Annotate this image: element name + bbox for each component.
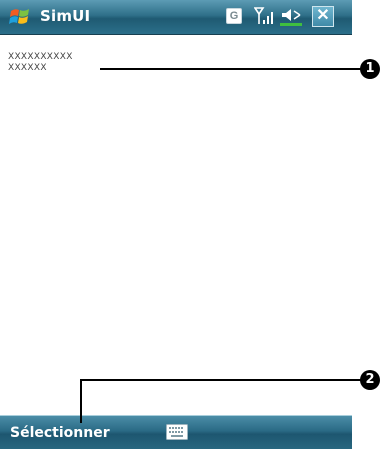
select-softkey[interactable]: Sélectionner xyxy=(10,425,110,441)
title-bar: SimUI G ✕ xyxy=(0,0,352,35)
volume-muted-icon[interactable] xyxy=(280,6,302,26)
app-title: SimUI xyxy=(40,7,91,25)
callout-line-1 xyxy=(100,68,362,70)
callout-badge-2: 2 xyxy=(360,370,380,390)
keyboard-icon[interactable] xyxy=(166,424,188,440)
sim-line-1[interactable]: XXXXXXXXXX xyxy=(8,52,73,62)
g-icon[interactable]: G xyxy=(226,8,242,24)
signal-icon[interactable] xyxy=(254,6,276,26)
callout-line-2b xyxy=(80,379,82,423)
callout-line-2a xyxy=(80,379,362,381)
windows-start-icon[interactable] xyxy=(8,5,34,29)
sim-line-2[interactable]: XXXXXX xyxy=(8,63,47,73)
bottom-menu-bar: Sélectionner xyxy=(0,415,352,449)
callout-badge-1: 1 xyxy=(360,59,380,79)
sim-content-area: XXXXXXXXXX XXXXXX xyxy=(0,35,352,413)
close-button[interactable]: ✕ xyxy=(312,6,334,27)
